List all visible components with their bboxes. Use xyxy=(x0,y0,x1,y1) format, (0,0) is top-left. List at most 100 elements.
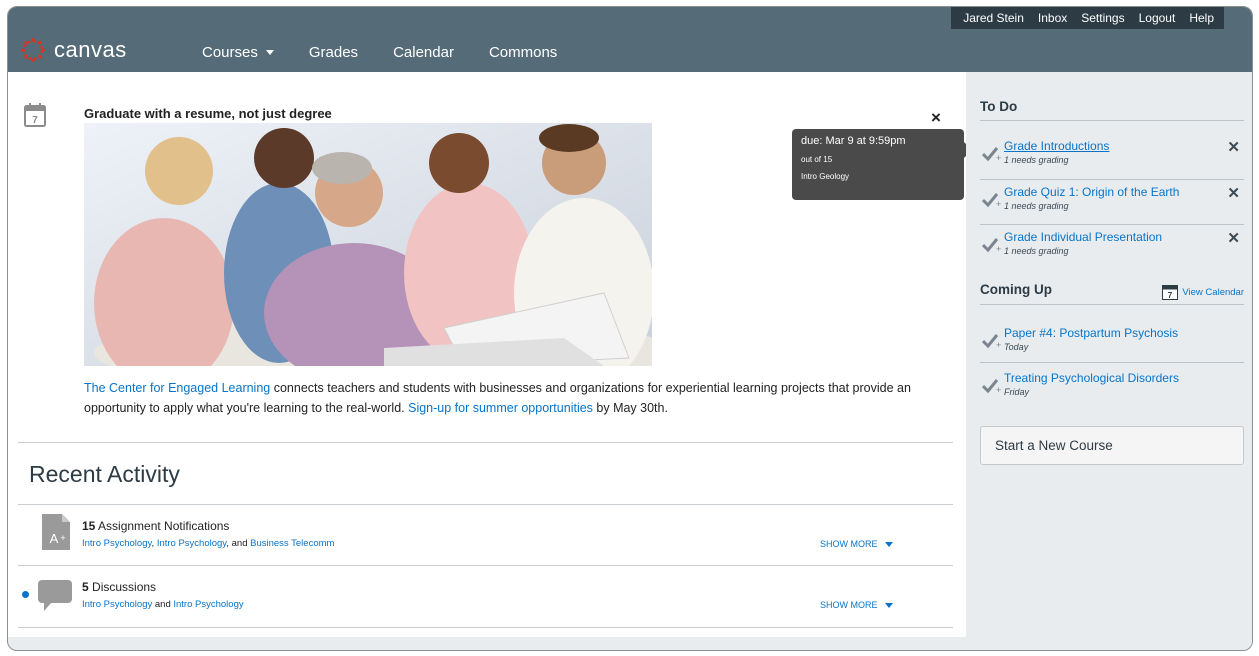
nav-courses-label: Courses xyxy=(202,44,258,61)
todo-link[interactable]: Grade Quiz 1: Origin of the Earth xyxy=(1004,185,1179,199)
svg-text:+: + xyxy=(996,153,1001,162)
course-separator: and xyxy=(152,599,174,610)
activity-courses: Intro Psychology and Intro Psychology xyxy=(82,599,244,610)
show-more-button[interactable]: SHOW MORE xyxy=(820,539,893,549)
activity-label: Assignment Notifications xyxy=(95,519,230,533)
main-nav: Courses Grades Calendar Commons xyxy=(202,44,592,61)
activity-courses: Intro Psychology, Intro Psychology, and … xyxy=(82,538,334,549)
show-more-button[interactable]: SHOW MORE xyxy=(820,600,893,610)
brand-name: canvas xyxy=(54,37,127,62)
dismiss-todo-button[interactable]: ✕ xyxy=(1227,229,1240,247)
todo-heading-rule xyxy=(980,120,1244,121)
nav-courses[interactable]: Courses xyxy=(202,44,274,61)
chevron-down-icon xyxy=(884,602,893,608)
activity-count: 15 xyxy=(82,519,96,533)
inbox-link[interactable]: Inbox xyxy=(1038,11,1067,25)
svg-text:+: + xyxy=(996,340,1001,349)
course-link[interactable]: Intro Psychology xyxy=(173,599,243,610)
grade-check-icon: + xyxy=(982,379,1001,394)
course-separator: , and xyxy=(226,538,251,549)
todo-item: + Grade Introductions 1 needs grading ✕ xyxy=(980,134,1244,179)
svg-text:+: + xyxy=(996,199,1001,208)
section-divider xyxy=(18,627,953,628)
course-link[interactable]: Business Telecomm xyxy=(250,538,334,549)
dismiss-todo-button[interactable]: ✕ xyxy=(1227,184,1240,202)
course-link[interactable]: Intro Psychology xyxy=(157,538,227,549)
view-calendar-link[interactable]: 7 View Calendar xyxy=(1162,284,1244,300)
list-divider xyxy=(980,362,1244,363)
chevron-down-icon xyxy=(884,541,893,547)
section-divider xyxy=(18,442,953,443)
view-calendar-label: View Calendar xyxy=(1182,286,1244,298)
coming-up-date: Today xyxy=(1004,342,1029,352)
announcement-body: The Center for Engaged Learning connects… xyxy=(84,378,924,418)
grade-check-icon: + xyxy=(982,147,1001,162)
todo-subtext: 1 needs grading xyxy=(1004,201,1069,211)
coming-up-heading-rule xyxy=(980,304,1244,305)
todo-heading: To Do xyxy=(980,99,1018,114)
settings-link[interactable]: Settings xyxy=(1081,11,1124,25)
app-window: Jared Stein Inbox Settings Logout Help c… xyxy=(7,6,1253,651)
nav-commons[interactable]: Commons xyxy=(489,44,557,61)
coming-up-item: + Paper #4: Postpartum Psychosis Today xyxy=(980,321,1244,366)
signup-link[interactable]: Sign-up for summer opportunities xyxy=(408,401,593,415)
grade-check-icon: + xyxy=(982,238,1001,253)
discussion-icon xyxy=(38,580,72,617)
calendar-icon: 7 xyxy=(24,103,46,132)
svg-text:A: A xyxy=(50,531,59,546)
logout-link[interactable]: Logout xyxy=(1139,11,1176,25)
engaged-learning-link[interactable]: The Center for Engaged Learning xyxy=(84,381,270,395)
help-link[interactable]: Help xyxy=(1189,11,1214,25)
canvas-logo-icon xyxy=(21,38,45,62)
dismiss-todo-button[interactable]: ✕ xyxy=(1227,138,1240,156)
svg-text:+: + xyxy=(60,533,65,543)
coming-up-link[interactable]: Paper #4: Postpartum Psychosis xyxy=(1004,326,1178,340)
svg-text:+: + xyxy=(996,244,1001,253)
start-new-course-button[interactable]: Start a New Course xyxy=(980,426,1244,465)
todo-tooltip: due: Mar 9 at 9:59pm out of 15 Intro Geo… xyxy=(792,129,972,200)
user-menu-bar: Jared Stein Inbox Settings Logout Help xyxy=(951,7,1224,29)
activity-title: 15 Assignment Notifications xyxy=(82,519,229,533)
activity-label: Discussions xyxy=(88,580,157,594)
coming-up-date: Friday xyxy=(1004,387,1030,397)
coming-up-link[interactable]: Treating Psychological Disorders xyxy=(1004,371,1179,385)
announcement-photo xyxy=(84,123,652,366)
todo-subtext: 1 needs grading xyxy=(1004,246,1069,256)
global-header: Jared Stein Inbox Settings Logout Help c… xyxy=(8,7,1252,72)
canvas-logo[interactable]: canvas xyxy=(20,37,127,63)
todo-link[interactable]: Grade Individual Presentation xyxy=(1004,230,1162,244)
unread-indicator xyxy=(22,591,29,598)
coming-up-heading: Coming Up xyxy=(980,282,1052,297)
activity-title: 5 Discussions xyxy=(82,580,156,594)
tooltip-course: Intro Geology xyxy=(801,172,850,181)
right-sidebar: To Do + Grade Introductions 1 needs grad… xyxy=(966,72,1252,650)
close-announcement-button[interactable]: × xyxy=(931,108,941,128)
todo-item: + Grade Individual Presentation 1 needs … xyxy=(980,225,1244,270)
announcement-title: Graduate with a resume, not just degree xyxy=(84,106,332,121)
svg-text:+: + xyxy=(996,385,1001,394)
calendar-icon-day: 7 xyxy=(32,115,38,126)
tooltip-points: out of 15 xyxy=(801,155,833,164)
course-link[interactable]: Intro Psychology xyxy=(82,599,152,610)
nav-calendar[interactable]: Calendar xyxy=(393,44,454,61)
assignment-grade-icon: A + xyxy=(42,514,70,555)
user-name-link[interactable]: Jared Stein xyxy=(963,11,1024,25)
nav-grades[interactable]: Grades xyxy=(309,44,358,61)
dashboard-content: 7 Graduate with a resume, not just degre… xyxy=(8,72,972,637)
activity-item-assignments: A + 15 Assignment Notifications Intro Ps… xyxy=(8,505,953,565)
show-more-label: SHOW MORE xyxy=(820,539,878,549)
activity-item-discussions: 5 Discussions Intro Psychology and Intro… xyxy=(8,566,953,626)
grade-check-icon: + xyxy=(982,334,1001,349)
calendar-icon-day: 7 xyxy=(1168,291,1173,300)
announcement-body-part2: by May 30th. xyxy=(592,401,668,415)
grade-check-icon: + xyxy=(982,193,1001,208)
todo-link[interactable]: Grade Introductions xyxy=(1004,139,1109,153)
tooltip-due: due: Mar 9 at 9:59pm xyxy=(801,135,906,147)
chevron-down-icon xyxy=(265,50,274,55)
calendar-icon: 7 xyxy=(1162,285,1179,300)
todo-subtext: 1 needs grading xyxy=(1004,155,1069,165)
coming-up-item: + Treating Psychological Disorders Frida… xyxy=(980,366,1244,411)
activity-count: 5 xyxy=(82,580,89,594)
course-link[interactable]: Intro Psychology xyxy=(82,538,152,549)
todo-item: + Grade Quiz 1: Origin of the Earth 1 ne… xyxy=(980,180,1244,225)
